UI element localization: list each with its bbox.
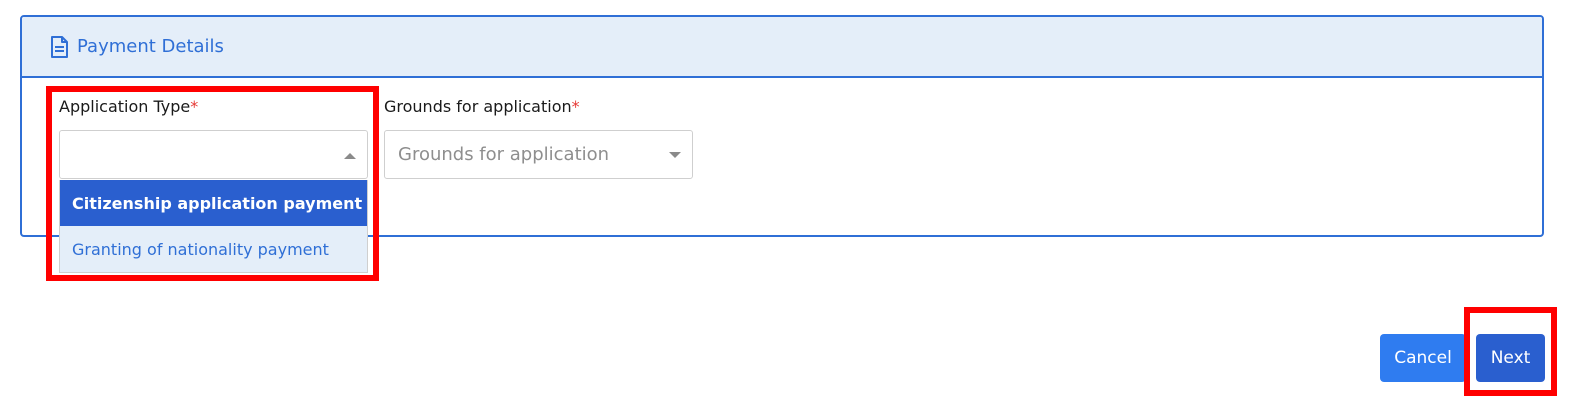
application-type-label: Application Type* <box>59 97 198 116</box>
cancel-button[interactable]: Cancel <box>1380 334 1466 382</box>
required-mark: * <box>190 97 199 116</box>
required-mark: * <box>571 97 580 116</box>
grounds-placeholder: Grounds for application <box>398 144 610 165</box>
chevron-up-icon <box>344 153 356 159</box>
dropdown-option-citizenship[interactable]: Citizenship application payment <box>60 180 367 226</box>
card-title: Payment Details <box>77 36 224 57</box>
grounds-select[interactable]: Grounds for application <box>384 130 693 179</box>
application-type-label-text: Application Type <box>59 97 191 116</box>
grounds-label: Grounds for application* <box>384 97 580 116</box>
application-type-select[interactable] <box>59 130 368 179</box>
application-type-dropdown: Citizenship application payment Granting… <box>59 180 368 273</box>
dropdown-option-nationality[interactable]: Granting of nationality payment <box>60 226 367 272</box>
card-header: Payment Details <box>22 17 1542 78</box>
document-icon <box>50 35 68 58</box>
chevron-down-icon <box>669 152 681 158</box>
grounds-label-text: Grounds for application <box>384 97 572 116</box>
next-button[interactable]: Next <box>1476 334 1545 382</box>
